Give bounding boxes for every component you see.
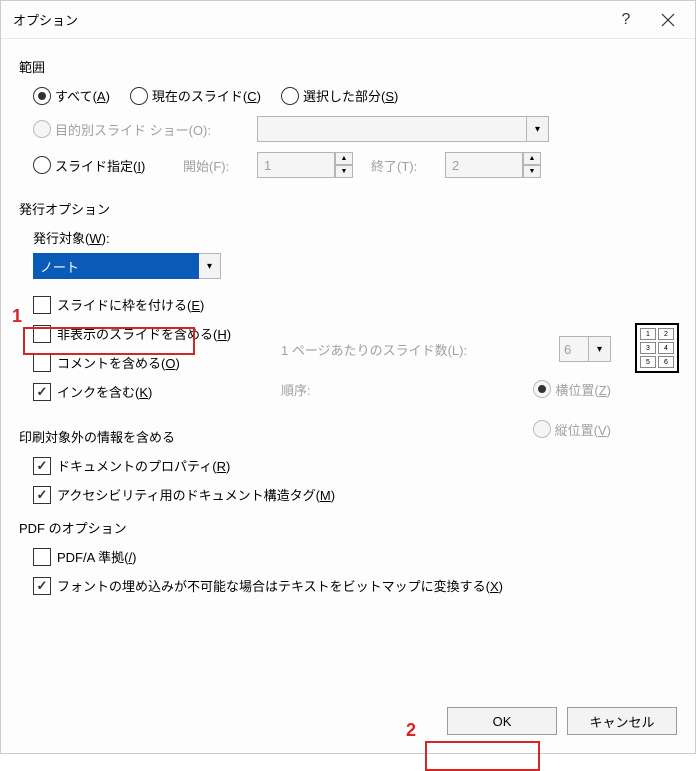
accessibility-label: アクセシビリティ用のドキュメント構造タグ(M): [57, 485, 335, 504]
close-button[interactable]: [647, 5, 689, 35]
radio-icon: [33, 156, 51, 174]
comments-label: コメントを含める(O): [57, 353, 180, 372]
radio-icon: [533, 420, 551, 438]
order-vert-row: 縦位置(V): [281, 411, 611, 447]
section-pdf-title: PDF のオプション: [19, 518, 677, 537]
radio-icon: [130, 87, 148, 105]
section-range-title: 範囲: [19, 57, 677, 76]
radio-icon: [33, 87, 51, 105]
slides-per-page-combo: 6 ▾: [559, 336, 611, 362]
spin-up-icon: ▲: [335, 152, 353, 165]
radio-vert: 縦位置(V): [533, 420, 611, 439]
radio-slide-spec[interactable]: スライド指定(I): [33, 156, 183, 175]
checkbox-icon: [33, 457, 51, 475]
dialog-title: オプション: [13, 10, 605, 29]
checkbox-icon: [33, 354, 51, 372]
check-docprops[interactable]: ドキュメントのプロパティ(R): [33, 456, 677, 475]
publish-target-value: ノート: [33, 253, 199, 279]
radio-custom-show: 目的別スライド ショー(O):: [33, 120, 257, 139]
custom-show-label: 目的別スライド ショー(O):: [55, 120, 211, 139]
radio-icon: [281, 87, 299, 105]
cancel-button[interactable]: キャンセル: [567, 707, 677, 735]
chevron-down-icon[interactable]: ▾: [199, 253, 221, 279]
bitmap-label: フォントの埋め込みが不可能な場合はテキストをビットマップに変換する(X): [57, 576, 503, 595]
preview-cell: 3: [640, 342, 656, 354]
slide-spec-row: スライド指定(I) 開始(F): 1 ▲▼ 終了(T): 2 ▲▼: [33, 151, 677, 179]
preview-cell: 6: [658, 356, 674, 368]
close-icon: [661, 13, 675, 27]
from-label: 開始(F):: [183, 156, 257, 175]
publish-target-label: 発行対象(W):: [33, 228, 677, 247]
preview-cell: 5: [640, 356, 656, 368]
check-bitmap[interactable]: フォントの埋め込みが不可能な場合はテキストをビットマップに変換する(X): [33, 576, 677, 595]
custom-show-combo: ▾: [257, 116, 549, 142]
custom-show-row: 目的別スライド ショー(O): ▾: [33, 115, 677, 143]
spin-up-icon: ▲: [523, 152, 541, 165]
dialog-content: 範囲 すべて(A) 現在のスライド(C) 選択した部分(S): [1, 39, 695, 753]
chevron-down-icon: ▾: [589, 336, 611, 362]
custom-show-value: [257, 116, 527, 142]
from-value: 1: [257, 152, 335, 178]
section-publish-title: 発行オプション: [19, 199, 677, 218]
check-pdfa[interactable]: PDF/A 準拠(/): [33, 547, 677, 566]
checkbox-icon: [33, 296, 51, 314]
help-button[interactable]: ?: [605, 5, 647, 35]
range-radio-row: すべて(A) 現在のスライド(C) 選択した部分(S): [33, 86, 677, 105]
annotation-marker-1: 1: [12, 306, 22, 327]
radio-current-label: 現在のスライド(C): [152, 86, 261, 105]
slides-per-page-label: 1 ページあたりのスライド数(L):: [281, 340, 559, 359]
slides-per-page-value: 6: [559, 336, 589, 362]
docprops-label: ドキュメントのプロパティ(R): [57, 456, 230, 475]
chevron-down-icon: ▾: [527, 116, 549, 142]
annotation-marker-2: 2: [406, 720, 416, 741]
dialog-button-row: OK キャンセル: [447, 707, 677, 735]
pdfa-label: PDF/A 準拠(/): [57, 547, 136, 566]
checkbox-icon: [33, 486, 51, 504]
options-dialog: オプション ? 範囲 すべて(A) 現在のスライド(C) 選択した部分(S): [0, 0, 696, 754]
preview-cell: 2: [658, 328, 674, 340]
publish-target-combo[interactable]: ノート ▾: [33, 253, 677, 279]
spin-down-icon: ▼: [335, 165, 353, 178]
annotation-highlight-2: [425, 741, 540, 771]
section-pdf: PDF/A 準拠(/) フォントの埋め込みが不可能な場合はテキストをビットマップ…: [19, 547, 677, 595]
from-spinner: 1 ▲▼: [257, 152, 353, 178]
checkbox-icon: [33, 577, 51, 595]
radio-icon: [533, 380, 551, 398]
ok-button[interactable]: OK: [447, 707, 557, 735]
preview-cell: 4: [658, 342, 674, 354]
radio-selected[interactable]: 選択した部分(S): [281, 86, 398, 105]
radio-selected-label: 選択した部分(S): [303, 86, 398, 105]
section-range: すべて(A) 現在のスライド(C) 選択した部分(S) 目的別スライド ショー(…: [19, 86, 677, 179]
radio-all-label: すべて(A): [55, 86, 110, 105]
vert-label: 縦位置(V): [555, 420, 611, 439]
horiz-label: 横位置(Z): [555, 380, 611, 399]
slide-spec-label: スライド指定(I): [55, 156, 145, 175]
to-value: 2: [445, 152, 523, 178]
slides-per-page-row: 1 ページあたりのスライド数(L): 6 ▾: [281, 331, 611, 367]
checkbox-icon: [33, 383, 51, 401]
checkbox-icon: [33, 325, 51, 343]
radio-icon: [33, 120, 51, 138]
order-horiz-row: 順序: 横位置(Z): [281, 367, 611, 411]
titlebar: オプション ?: [1, 1, 695, 39]
check-accessibility[interactable]: アクセシビリティ用のドキュメント構造タグ(M): [33, 485, 677, 504]
radio-horiz: 横位置(Z): [533, 380, 611, 399]
checkbox-icon: [33, 548, 51, 566]
preview-cell: 1: [640, 328, 656, 340]
to-label: 終了(T):: [371, 156, 445, 175]
radio-all[interactable]: すべて(A): [33, 86, 110, 105]
radio-current[interactable]: 現在のスライド(C): [130, 86, 261, 105]
hidden-label: 非表示のスライドを含める(H): [57, 324, 231, 343]
spin-down-icon: ▼: [523, 165, 541, 178]
to-spinner: 2 ▲▼: [445, 152, 541, 178]
layout-preview: 1 2 3 4 5 6: [635, 323, 679, 373]
check-frame[interactable]: スライドに枠を付ける(E): [33, 295, 677, 314]
publish-right-panel: 1 ページあたりのスライド数(L): 6 ▾ 順序: 横位置(Z) 縦位置(V): [281, 331, 611, 447]
frame-label: スライドに枠を付ける(E): [57, 295, 204, 314]
section-nonprint: ドキュメントのプロパティ(R) アクセシビリティ用のドキュメント構造タグ(M): [19, 456, 677, 504]
order-label: 順序:: [281, 380, 533, 399]
ink-label: インクを含む(K): [57, 382, 152, 401]
